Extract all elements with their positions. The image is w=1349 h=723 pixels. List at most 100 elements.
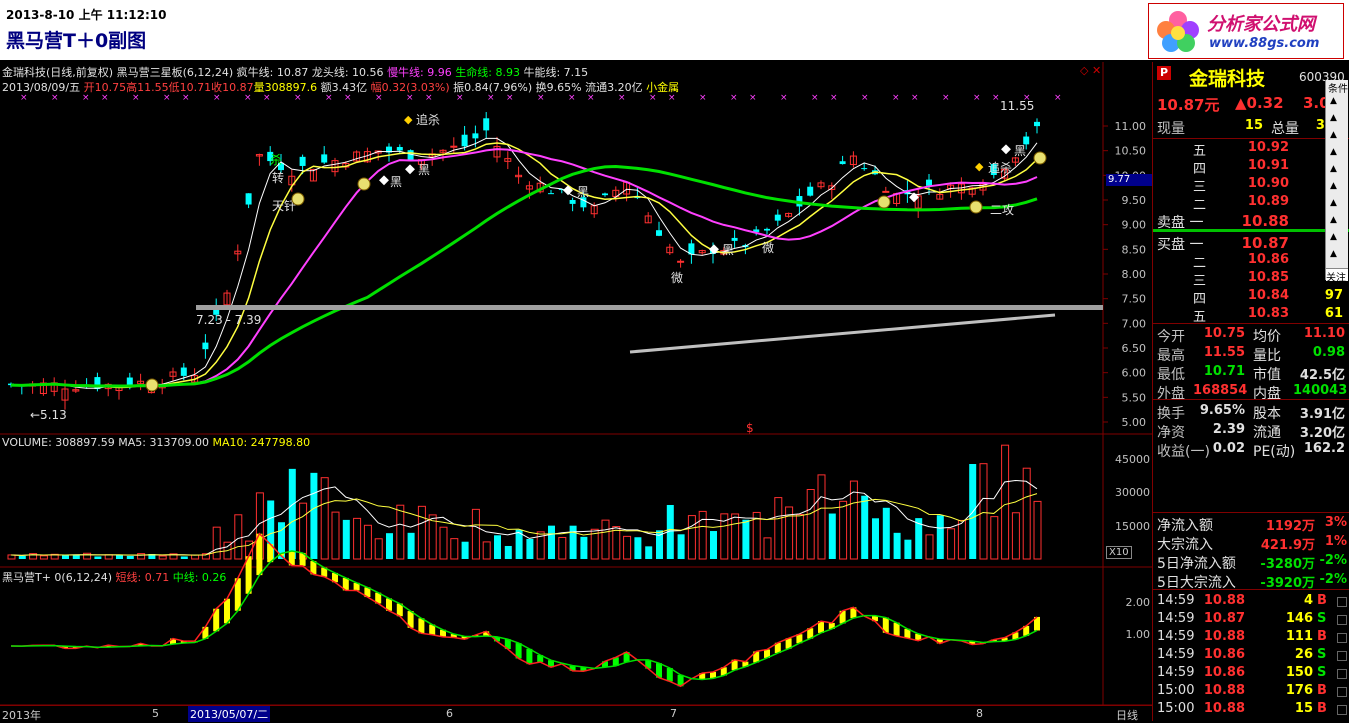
signal-mark: × [861,93,869,103]
up-arrow-icon[interactable]: ▲ [1330,249,1337,259]
flow-row: 净流入额 1192万 3% [1153,515,1349,534]
volume-bar [126,555,134,559]
close-icon[interactable]: ✕ [1092,64,1101,77]
chart-area[interactable]: 11.0010.5010.009.509.008.508.007.507.006… [0,62,1152,721]
tick-time: 14:59 [1157,647,1195,662]
ergong-label: 二攻 [990,203,1014,217]
bar-float: 流通3.20亿 [585,81,643,94]
volume-bar [569,525,577,559]
candle-body [299,156,306,166]
stat-label: 股本 [1253,406,1281,422]
volume-bar [374,538,383,560]
candle-body [202,342,209,350]
level-label: 二 [1193,256,1207,271]
longtou-value: 龙头线: 10.56 [311,66,384,79]
diamond-icon: ◆ [404,113,413,126]
volume-bar [623,535,632,560]
hei-label: 黑 [390,175,402,189]
candle-body [926,179,932,186]
volume-bar [494,535,501,559]
tick-volume: 26 [1294,647,1313,662]
up-arrow-icon[interactable]: ▲ [1330,147,1337,157]
up-arrow-icon[interactable]: ▲ [1330,198,1337,208]
tick-checkbox[interactable] [1337,597,1347,607]
condition-list[interactable]: 条件 ▲ ▲ ▲ ▲ ▲ ▲ ▲ ▲ ▲ ▲ 关注 [1325,80,1348,284]
stat-label: 外盘 [1157,386,1185,402]
ind-tick-label: 2.00 [1126,596,1151,609]
volume-bar [116,555,123,559]
dollar-mark: $ [746,421,754,435]
stat-value: 0.98 [1312,345,1345,360]
tick-checkbox[interactable] [1337,687,1347,697]
tick-checkbox[interactable] [1337,669,1347,679]
stat-row: 收益(一) 0.02 PE(动) 162.2 [1153,441,1349,460]
flow-label: 5日净流入额 [1157,556,1236,572]
manniu-value: 慢牛线: 9.96 [387,66,452,79]
indicator-bar [256,533,263,576]
volume-bar [990,516,999,560]
site-logo[interactable]: 分析家公式网 www.88gs.com [1148,3,1344,59]
bar-low: 低10.71 [168,81,212,94]
volume-bar [558,536,567,560]
volume-bar [580,536,588,559]
tick-checkbox[interactable] [1337,651,1347,661]
volume-row: 现量 15 总量 308 [1153,118,1349,137]
tick-side: B [1317,701,1327,716]
stat-value: 9.65% [1199,403,1245,418]
up-arrow-icon[interactable]: ▲ [1330,96,1337,106]
y-tick-label: 6.00 [1122,367,1147,380]
stat-row: 换手 9.65% 股本 3.91亿 [1153,403,1349,422]
bid-row: 二 10.86 [1153,252,1349,271]
volume-bar [386,533,393,559]
tick-checkbox[interactable] [1337,615,1347,625]
tick-side: B [1317,629,1327,644]
flow-pct: -2% [1319,572,1347,587]
bid-row: 四 10.84 97 [1153,288,1349,307]
xianliang-value: 15 [1244,118,1263,133]
up-arrow-icon[interactable]: ▲ [1330,130,1337,140]
volume-bar [62,555,69,559]
volume-bar [482,541,491,560]
tick-checkbox[interactable] [1337,705,1347,715]
volume-bar [396,504,405,560]
tick-price: 10.88 [1203,593,1245,608]
indicator-info-line: 黑马营T+ 0(6,12,24) 短线: 0.71 中线: 0.26 [2,569,226,585]
tick-checkbox[interactable] [1337,633,1347,643]
y-tick-label: 11.00 [1115,120,1147,133]
p-badge-icon: P [1157,66,1171,80]
up-arrow-icon[interactable]: ▲ [1330,232,1337,242]
stat-label: 换手 [1157,406,1185,422]
wei-label: 微 [671,271,683,285]
up-arrow-icon[interactable]: ▲ [1330,181,1337,191]
volume-bar [698,510,707,560]
candle-body [882,190,890,193]
level-label: 三 [1193,274,1207,289]
tick-price: 10.88 [1203,701,1245,716]
tick-time: 15:00 [1157,683,1195,698]
signal-mark: × [1054,93,1062,103]
kline-chart[interactable]: 11.0010.5010.009.509.008.508.007.507.006… [0,62,1152,721]
candle-body [731,237,738,241]
stat-row: 最高 11.55 量比 0.98 [1153,345,1349,364]
tick-row: 15:00 10.88 15 B [1153,701,1349,719]
signal-mark: × [911,93,919,103]
candle-body [656,230,662,236]
volume-bar [601,519,610,560]
niuneng-line [629,313,1056,354]
money-bag-icon [969,200,983,214]
stat-value: 3.91亿 [1299,407,1345,422]
bar-change: 幅0.32(3.03%) [370,81,450,94]
diamond-icon[interactable]: ◇ [1080,64,1088,77]
up-arrow-icon[interactable]: ▲ [1330,113,1337,123]
volume-bar [947,528,956,560]
flow-value: 421.9万 [1260,538,1315,553]
level-price: 10.90 [1247,176,1289,191]
follow-tab[interactable]: 关注 [1326,268,1348,284]
tick-price: 10.86 [1203,665,1245,680]
flow-row: 5日大宗流入 -3920万 -2% [1153,572,1349,591]
main-info-line1: 金瑞科技(日线,前复权) 黑马营三星板(6,12,24) 疯牛线: 10.87 … [2,64,588,80]
up-arrow-icon[interactable]: ▲ [1330,215,1337,225]
volume-value: VOLUME: 308897.59 [2,436,115,449]
up-arrow-icon[interactable]: ▲ [1330,164,1337,174]
ma10-value: MA10: 247798.80 [212,436,311,449]
